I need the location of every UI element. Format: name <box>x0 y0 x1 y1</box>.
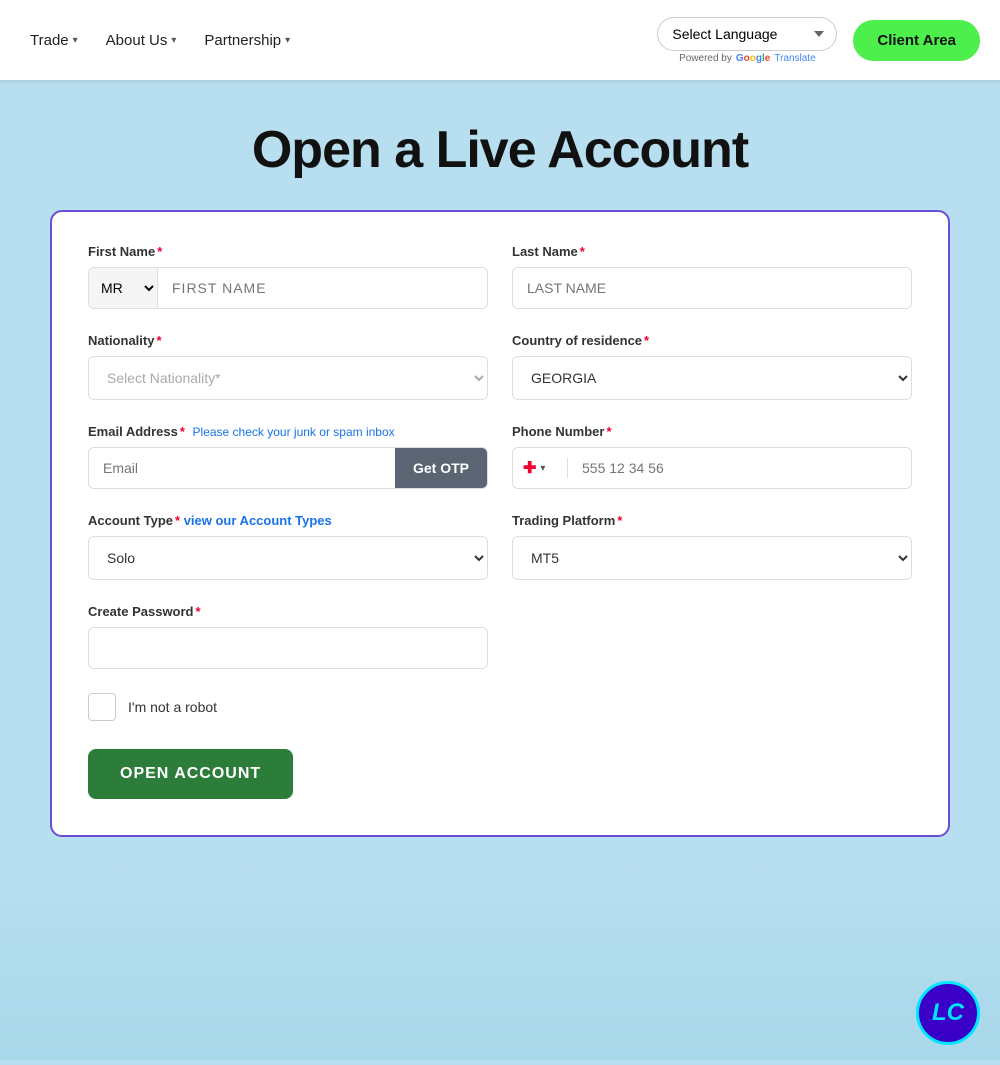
client-area-button[interactable]: Client Area <box>853 20 980 61</box>
email-input-wrapper: Get OTP <box>88 447 488 489</box>
trading-platform-group: Trading Platform* MT5 <box>512 513 912 580</box>
contact-row: Email Address* Please check your junk or… <box>88 424 912 489</box>
first-name-input[interactable] <box>158 268 487 308</box>
last-name-label: Last Name* <box>512 244 912 259</box>
account-type-select[interactable]: Solo <box>88 536 488 580</box>
google-logo: Google <box>736 53 770 64</box>
title-select[interactable]: MR MRS MS DR <box>89 268 158 308</box>
phone-input-wrapper: ✚ ▾ <box>512 447 912 489</box>
account-type-group: Account Type* view our Account Types Sol… <box>88 513 488 580</box>
chevron-down-icon: ▾ <box>73 35 78 46</box>
phone-label: Phone Number* <box>512 424 912 439</box>
nationality-select[interactable]: Select Nationality* <box>88 356 488 400</box>
country-select[interactable]: GEORGIA <box>512 356 912 400</box>
open-account-button[interactable]: OPEN ACCOUNT <box>88 749 293 799</box>
phone-group: Phone Number* ✚ ▾ <box>512 424 912 489</box>
navbar-right: Select Language Powered by Google Transl… <box>657 17 980 64</box>
trading-platform-select[interactable]: MT5 <box>512 536 912 580</box>
phone-input[interactable] <box>568 448 911 488</box>
navbar-left: Trade ▾ About Us ▾ Partnership ▾ <box>20 24 657 57</box>
first-name-input-wrapper: MR MRS MS DR <box>88 267 488 309</box>
recaptcha-label: I'm not a robot <box>128 699 217 715</box>
email-input[interactable] <box>89 448 395 488</box>
nationality-group: Nationality* Select Nationality* <box>88 333 488 400</box>
last-name-input[interactable] <box>512 267 912 309</box>
get-otp-button[interactable]: Get OTP <box>395 448 487 488</box>
chevron-down-icon: ▾ <box>171 35 176 46</box>
phone-flag-selector[interactable]: ✚ ▾ <box>513 458 568 478</box>
nav-item-about[interactable]: About Us ▾ <box>96 24 187 57</box>
bottom-illustration <box>0 860 1000 1060</box>
account-types-link[interactable]: view our Account Types <box>184 513 332 528</box>
nav-partnership-label: Partnership <box>204 32 281 49</box>
account-type-label: Account Type* view our Account Types <box>88 513 488 528</box>
nationality-label: Nationality* <box>88 333 488 348</box>
language-selector-wrapper: Select Language Powered by Google Transl… <box>657 17 837 64</box>
nav-item-partnership[interactable]: Partnership ▾ <box>194 24 300 57</box>
email-group: Email Address* Please check your junk or… <box>88 424 488 489</box>
nav-about-label: About Us <box>106 32 168 49</box>
recaptcha-checkbox[interactable] <box>88 693 116 721</box>
navbar: Trade ▾ About Us ▾ Partnership ▾ Select … <box>0 0 1000 80</box>
email-label: Email Address* Please check your junk or… <box>88 424 488 439</box>
password-input[interactable] <box>88 627 488 669</box>
language-select[interactable]: Select Language <box>657 17 837 51</box>
translate-text: Translate <box>774 53 815 64</box>
flag-icon: ✚ <box>523 458 536 478</box>
password-label: Create Password* <box>88 604 488 619</box>
nav-trade-label: Trade <box>30 32 69 49</box>
chevron-down-icon: ▾ <box>285 35 290 46</box>
country-label: Country of residence* <box>512 333 912 348</box>
chevron-down-icon: ▾ <box>540 463 545 474</box>
powered-by-text: Powered by <box>679 53 732 64</box>
nationality-row: Nationality* Select Nationality* Country… <box>88 333 912 400</box>
trading-platform-label: Trading Platform* <box>512 513 912 528</box>
hero-section: Open a Live Account First Name* MR MRS M… <box>0 80 1000 1060</box>
recaptcha-row: I'm not a robot <box>88 693 912 721</box>
first-name-label: First Name* <box>88 244 488 259</box>
last-name-group: Last Name* <box>512 244 912 309</box>
password-row: Create Password* <box>88 604 912 669</box>
nav-item-trade[interactable]: Trade ▾ <box>20 24 88 57</box>
country-group: Country of residence* GEORGIA <box>512 333 912 400</box>
powered-by: Powered by Google Translate <box>679 53 816 64</box>
password-group: Create Password* <box>88 604 488 669</box>
name-row: First Name* MR MRS MS DR Last Name* <box>88 244 912 309</box>
registration-form-card: First Name* MR MRS MS DR Last Name* <box>50 210 950 837</box>
email-note: Please check your junk or spam inbox <box>193 425 395 439</box>
first-name-group: First Name* MR MRS MS DR <box>88 244 488 309</box>
lc-logo-badge: LC <box>916 981 980 1045</box>
page-title: Open a Live Account <box>252 120 748 180</box>
account-platform-row: Account Type* view our Account Types Sol… <box>88 513 912 580</box>
